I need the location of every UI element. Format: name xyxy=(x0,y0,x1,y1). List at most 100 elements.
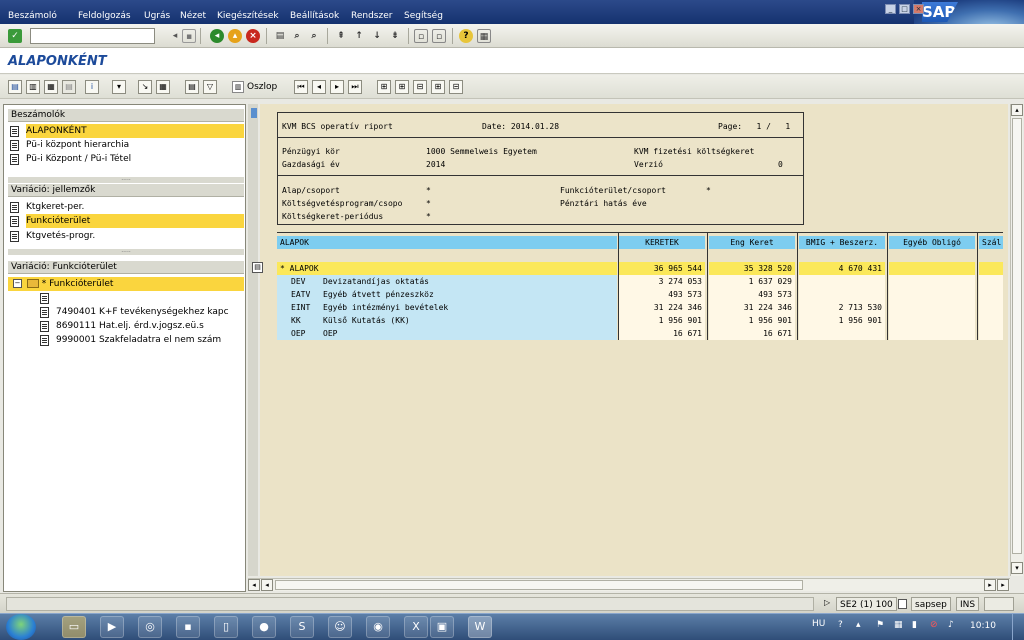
report-item-alaponkent[interactable]: ALAPONKÉNT xyxy=(10,124,244,138)
explorer-icon[interactable]: ▭ xyxy=(62,616,86,638)
previous-column-icon[interactable]: ◂ xyxy=(312,80,326,94)
splitter-handle[interactable]: ..... xyxy=(8,176,244,183)
variation-item-funkcioterulet[interactable]: Funkcióterület xyxy=(10,214,244,228)
collapse-icon[interactable]: ⊟ xyxy=(413,80,427,94)
export-icon[interactable]: ▽ xyxy=(203,80,217,94)
col-header-keretek[interactable]: KERETEK xyxy=(619,236,705,249)
status-session[interactable]: SE2 (1) 100 xyxy=(836,597,897,611)
menu-nezet[interactable]: Nézet xyxy=(180,11,206,21)
table-row[interactable]: EATV Egyéb átvett pénzeszköz 493 573 493… xyxy=(277,288,1003,301)
scroll-right-step-icon[interactable]: ▸ xyxy=(984,579,996,591)
last-page-icon[interactable]: ⇟ xyxy=(388,29,402,43)
first-column-icon[interactable]: ⏮ xyxy=(294,80,308,94)
minimize-button[interactable]: _ xyxy=(885,4,896,14)
exit-icon[interactable]: ▴ xyxy=(228,29,242,43)
print-preview-icon[interactable]: ▥ xyxy=(26,80,40,94)
menu-beszamolo[interactable]: Beszámoló xyxy=(8,11,57,21)
variation-item-ktgvetes[interactable]: Ktgvetés-progr. xyxy=(10,229,244,243)
menu-feldolgozas[interactable]: Feldolgozás xyxy=(78,11,131,21)
table-row[interactable]: EINT Egyéb intézményi bevételek 31 224 3… xyxy=(277,301,1003,314)
tree-item-8690111[interactable]: 8690111 Hat.elj. érd.v.jogsz.eü.s xyxy=(40,319,274,333)
scroll-thumb-horizontal[interactable] xyxy=(275,580,803,590)
skype-icon[interactable]: S xyxy=(290,616,314,638)
save-layout-icon[interactable]: ▤ xyxy=(62,80,76,94)
people-icon[interactable]: ☺ xyxy=(328,616,352,638)
vertical-scrollbar[interactable]: ▴ ▾ xyxy=(1010,104,1023,576)
col-header-alapok[interactable]: ALAPOK xyxy=(277,236,617,249)
sap-logon-icon[interactable]: ◉ xyxy=(366,616,390,638)
menu-rendszer[interactable]: Rendszer xyxy=(351,11,392,21)
table-icon[interactable]: ▦ xyxy=(156,80,170,94)
last-column-icon[interactable]: ⏭ xyxy=(348,80,362,94)
sap-gui-icon[interactable]: ▣ xyxy=(430,616,454,638)
next-page-icon[interactable]: ↓ xyxy=(370,29,384,43)
table-row[interactable]: DEV Devizatandíjas oktatás 3 274 053 1 6… xyxy=(277,275,1003,288)
table-total-row[interactable]: * ALAPOK 36 965 544 35 328 520 4 670 431 xyxy=(277,262,1003,275)
start-button[interactable] xyxy=(6,614,36,640)
layout-menu-icon[interactable]: ▦ xyxy=(477,29,491,43)
layout-icon[interactable]: ▦ xyxy=(44,80,58,94)
hierarchy-icon[interactable]: ⊞ xyxy=(377,80,391,94)
scroll-up-icon[interactable]: ▴ xyxy=(1011,104,1023,116)
tree-item-7490401[interactable]: 7490401 K+F tevékenységekhez kapc xyxy=(40,305,274,319)
print-icon[interactable]: ▤ xyxy=(273,29,287,43)
menu-beallitasok[interactable]: Beállítások xyxy=(290,11,339,21)
col-header-szal[interactable]: Szál xyxy=(979,236,1003,249)
col-header-bmig[interactable]: BMIG + Beszerz. xyxy=(799,236,885,249)
find-next-icon[interactable]: ⌕ xyxy=(307,29,321,43)
notepad-icon[interactable]: ▯ xyxy=(214,616,238,638)
col-header-egyeb-obligo[interactable]: Egyéb Obligó xyxy=(889,236,975,249)
splitter-handle[interactable]: ..... xyxy=(8,248,244,255)
maximize-button[interactable]: □ xyxy=(899,4,910,14)
next-column-icon[interactable]: ▸ xyxy=(330,80,344,94)
save-tool-icon[interactable]: ▪ xyxy=(176,616,200,638)
drilldown-icon[interactable]: ↘ xyxy=(138,80,152,94)
scroll-left-icon[interactable]: ◂ xyxy=(248,579,260,591)
chrome-icon[interactable]: ◎ xyxy=(138,616,162,638)
status-expand-icon[interactable]: ▷ xyxy=(824,598,830,607)
command-field[interactable] xyxy=(30,28,155,44)
show-desktop-button[interactable] xyxy=(1012,614,1024,640)
collapse-all-icon[interactable]: ⊟ xyxy=(449,80,463,94)
word-icon[interactable]: W xyxy=(468,616,492,638)
cancel-icon[interactable]: × xyxy=(246,29,260,43)
column-button[interactable]: ▥ Oszlop xyxy=(232,80,277,94)
scroll-down-icon[interactable]: ▾ xyxy=(1011,562,1023,574)
new-session-icon[interactable]: ▫ xyxy=(414,29,428,43)
filter-icon[interactable]: ▾ xyxy=(112,80,126,94)
expand-all-icon[interactable]: ⊞ xyxy=(431,80,445,94)
scroll-left-step-icon[interactable]: ◂ xyxy=(261,579,273,591)
tray-volume-icon[interactable]: ♪ xyxy=(948,620,954,630)
menu-segitseg[interactable]: Segítség xyxy=(404,11,443,21)
back-arrow-icon[interactable]: ◂ xyxy=(168,29,182,43)
variation-item-ktgkeret[interactable]: Ktgkeret-per. xyxy=(10,200,244,214)
table-row[interactable]: KK Külső Kutatás (KK) 1 956 901 1 956 90… xyxy=(277,314,1003,327)
collapse-icon[interactable]: − xyxy=(13,279,22,288)
menu-ugras[interactable]: Ugrás xyxy=(144,11,170,21)
back-icon[interactable]: ◂ xyxy=(210,29,224,43)
clock[interactable]: 10:10 xyxy=(970,621,996,631)
report-item-kozpont-hierarchia[interactable]: Pü-i központ hierarchia xyxy=(10,138,244,152)
enter-icon[interactable]: ✓ xyxy=(8,29,22,43)
firefox-icon[interactable]: ● xyxy=(252,616,276,638)
info-icon[interactable]: i xyxy=(85,80,99,94)
media-player-icon[interactable]: ▶ xyxy=(100,616,124,638)
previous-page-icon[interactable]: ↑ xyxy=(352,29,366,43)
expand-row-icon[interactable]: ▤ xyxy=(252,262,263,273)
tray-expand-icon[interactable]: ▴ xyxy=(856,620,861,630)
panel-splitter[interactable] xyxy=(248,104,258,576)
close-window-button[interactable]: × xyxy=(913,4,924,14)
find-icon[interactable]: ⌕ xyxy=(290,29,304,43)
details-icon[interactable]: ▤ xyxy=(8,80,22,94)
tray-network-icon[interactable]: ▦ xyxy=(894,620,903,630)
shortcut-icon[interactable]: ▫ xyxy=(432,29,446,43)
tree-root-funkcioterulet[interactable]: − * Funkcióterület xyxy=(8,277,244,291)
tree-item-empty[interactable] xyxy=(40,291,274,305)
col-header-eng-keret[interactable]: Eng Keret xyxy=(709,236,795,249)
tray-signal-icon[interactable]: ▮ xyxy=(912,620,917,630)
menu-kiegeszitesek[interactable]: Kiegészítések xyxy=(217,11,279,21)
report-item-kozpont-tetel[interactable]: Pü-i Központ / Pü-i Tétel xyxy=(10,152,244,166)
tray-flag-icon[interactable]: ⚑ xyxy=(876,620,884,630)
first-page-icon[interactable]: ⇞ xyxy=(334,29,348,43)
horizontal-scrollbar[interactable]: ◂ ◂ ▸ ▸ xyxy=(248,578,1010,591)
